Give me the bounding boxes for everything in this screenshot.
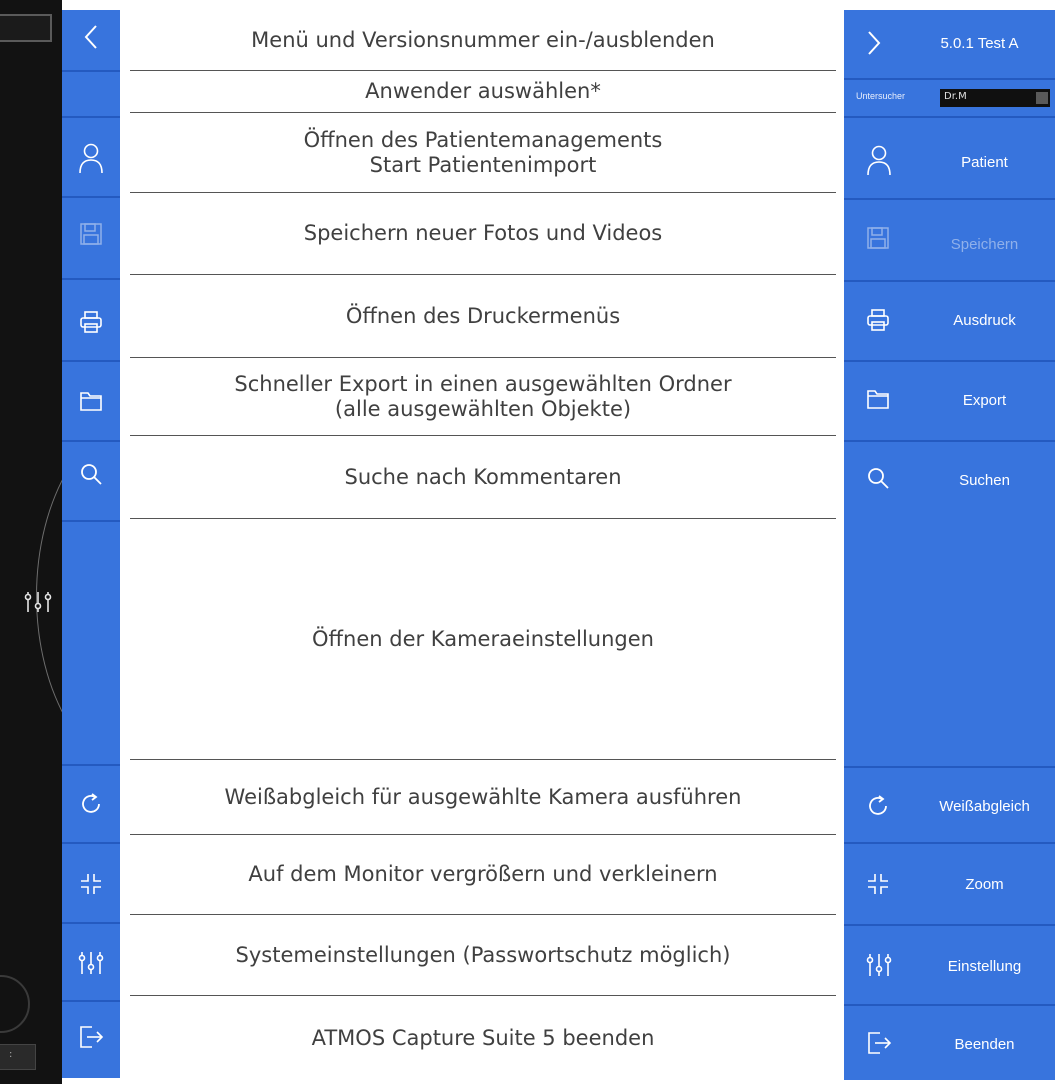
sliders-icon	[78, 952, 104, 974]
exit-button[interactable]	[62, 1002, 120, 1078]
sliders-icon	[24, 592, 52, 617]
shrink-icon	[868, 874, 888, 894]
user-select-row: Untersucher Dr.M	[844, 80, 1055, 118]
dropdown-arrow-icon	[1036, 92, 1048, 104]
patient-button-expanded[interactable]: Patient	[844, 118, 1055, 200]
desc-export: Schneller Export in einen ausgewählten O…	[130, 358, 836, 436]
version-label: 5.0.1 Test A	[940, 35, 1019, 52]
user-icon	[79, 143, 103, 174]
whitebalance-button-expanded[interactable]: Weißabgleich	[844, 766, 1055, 844]
folder-icon	[867, 390, 889, 409]
print-button-expanded[interactable]: Ausdruck	[844, 282, 1055, 362]
desc-search: Suche nach Kommentaren	[130, 436, 836, 519]
background-input-box	[0, 14, 52, 42]
settings-label: Einstellung	[947, 958, 1022, 975]
search-button-expanded[interactable]: Suchen	[844, 442, 1055, 522]
background-app-strip: :	[0, 0, 62, 1084]
shrink-icon	[81, 874, 101, 894]
desc-user-select: Anwender auswählen*	[130, 71, 836, 113]
chevron-right-icon	[868, 31, 881, 55]
refresh-icon	[869, 795, 887, 815]
refresh-icon	[82, 793, 100, 813]
save-button[interactable]	[62, 198, 120, 280]
export-label: Export	[962, 392, 1007, 409]
printer-icon	[867, 309, 889, 331]
search-button[interactable]	[62, 442, 120, 522]
desc-save: Speichern neuer Fotos und Videos	[130, 193, 836, 275]
desc-whitebalance: Weißabgleich für ausgewählte Kamera ausf…	[130, 760, 836, 835]
expanded-side-menu: 5.0.1 Test A Untersucher Dr.M Patient Sp…	[844, 10, 1055, 1080]
search-label: Suchen	[959, 472, 1010, 489]
whitebalance-label: Weißabgleich	[939, 798, 1030, 815]
user-dropdown[interactable]: Dr.M	[940, 89, 1050, 107]
zoom-button-expanded[interactable]: Zoom	[844, 844, 1055, 926]
patient-button[interactable]	[62, 118, 120, 198]
exit-button-expanded[interactable]: Beenden	[844, 1006, 1055, 1080]
printer-icon	[80, 311, 102, 333]
desc-zoom: Auf dem Monitor vergrößern und verkleine…	[130, 835, 836, 915]
desc-menu-toggle: Menü und Versionsnummer ein-/ausblenden	[130, 10, 836, 71]
menu-expand-button[interactable]: 5.0.1 Test A	[844, 10, 1055, 80]
floppy-disk-icon	[80, 223, 102, 245]
print-label: Ausdruck	[953, 312, 1016, 329]
desc-patient: Öffnen des Patientemanagements Start Pat…	[130, 113, 836, 193]
zoom-button[interactable]	[62, 844, 120, 924]
save-button-expanded[interactable]: Speichern	[844, 200, 1055, 282]
user-label: Untersucher	[856, 91, 906, 101]
settings-button-expanded[interactable]: Einstellung	[844, 926, 1055, 1006]
logout-icon	[868, 1032, 892, 1054]
background-box: :	[0, 1044, 36, 1070]
export-button-expanded[interactable]: Export	[844, 362, 1055, 442]
whitebalance-button[interactable]	[62, 766, 120, 844]
export-button[interactable]	[62, 362, 120, 442]
patient-label: Patient	[961, 154, 1008, 171]
chevron-left-icon	[84, 25, 97, 49]
exit-label: Beenden	[954, 1036, 1015, 1053]
desc-exit: ATMOS Capture Suite 5 beenden	[311, 1025, 655, 1050]
zoom-label: Zoom	[965, 876, 1004, 893]
user-icon	[867, 145, 891, 176]
sliders-icon	[866, 954, 892, 976]
logout-icon	[80, 1026, 104, 1048]
desc-camera-settings: Öffnen der Kameraeinstellungen	[130, 519, 836, 760]
camera-settings-button[interactable]	[62, 522, 120, 766]
folder-icon	[80, 392, 102, 411]
background-circle	[0, 975, 30, 1033]
desc-system-settings: Systemeinstellungen (Passwortschutz mögl…	[130, 915, 836, 996]
menu-collapse-button[interactable]	[62, 10, 120, 72]
search-icon	[868, 468, 889, 489]
user-select-button[interactable]	[62, 72, 120, 118]
collapsed-side-menu	[62, 10, 120, 1078]
desc-print: Öffnen des Druckermenüs	[130, 275, 836, 358]
floppy-disk-icon	[867, 227, 889, 249]
print-button[interactable]	[62, 280, 120, 362]
system-settings-button[interactable]	[62, 924, 120, 1002]
user-value: Dr.M	[944, 91, 967, 102]
search-icon	[81, 464, 102, 485]
save-label: Speichern	[950, 236, 1019, 253]
